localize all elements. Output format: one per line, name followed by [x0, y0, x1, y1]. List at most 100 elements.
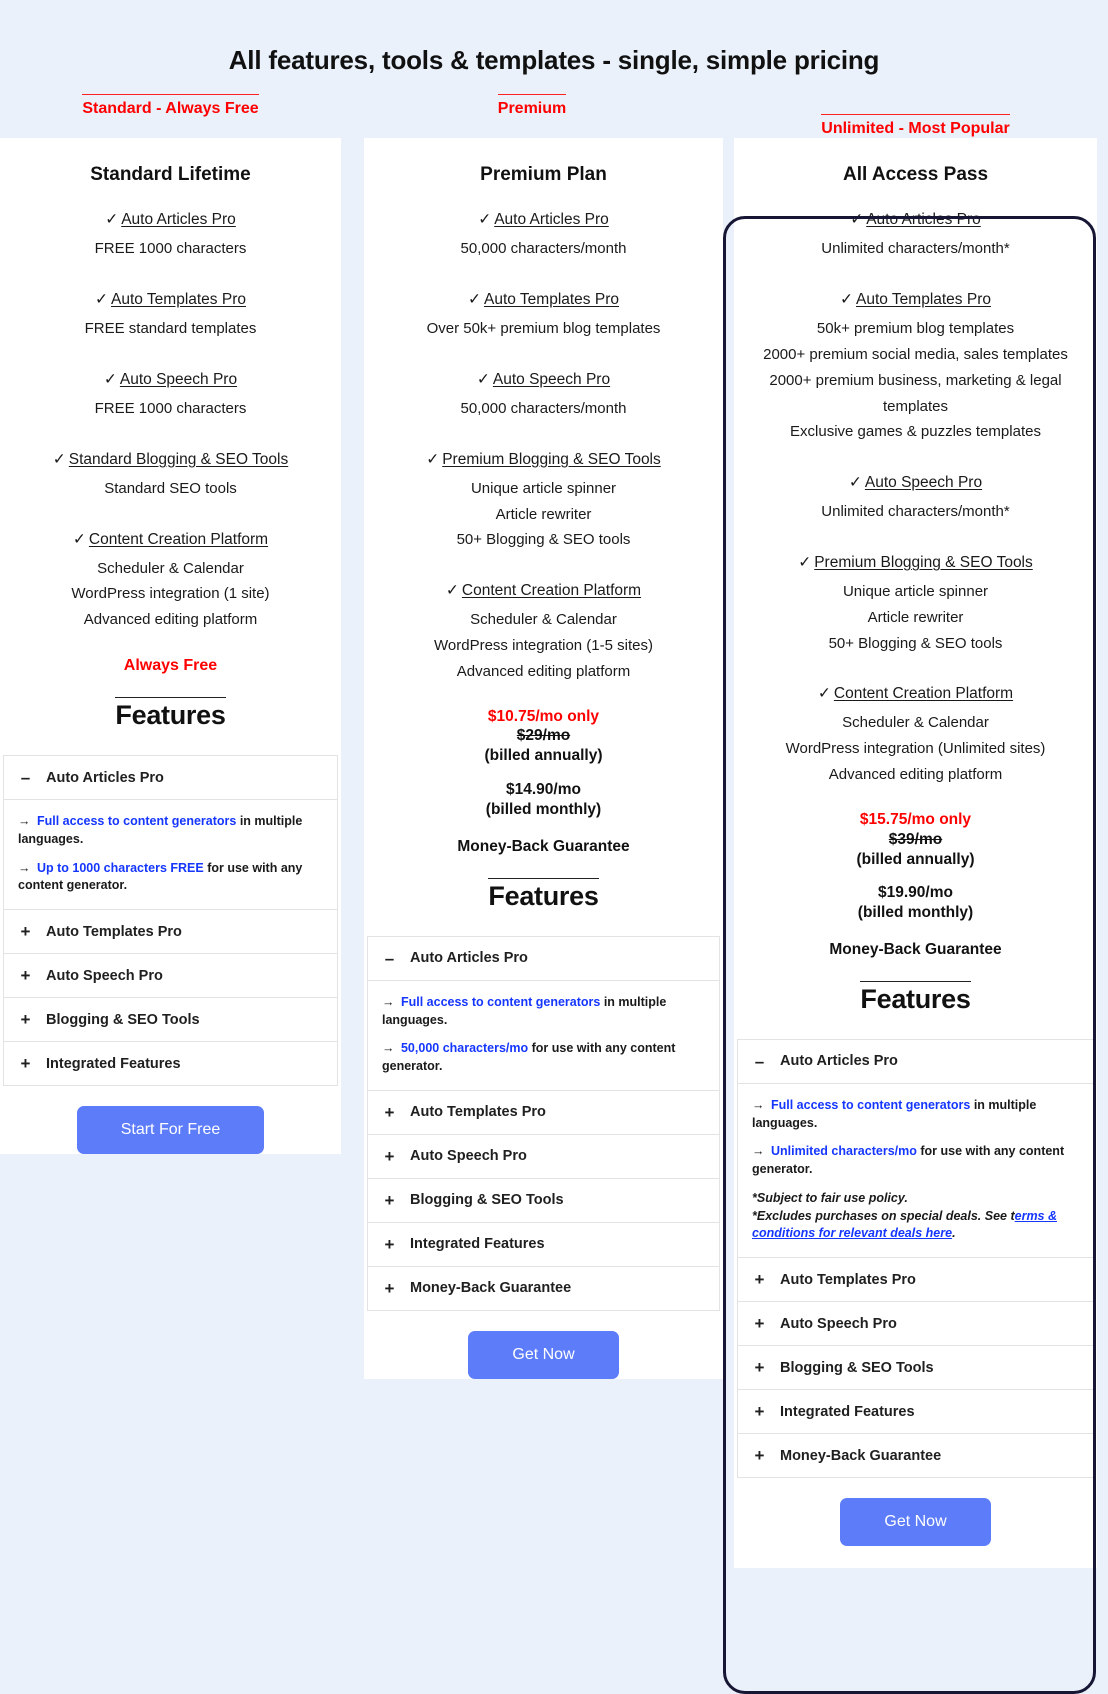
accordion-row[interactable]: + Auto Speech Pro [4, 954, 337, 999]
plan-name-unlimited: All Access Pass [842, 164, 989, 186]
feature-accordion-unlimited: – Auto Articles Pro → Full access to con… [737, 1038, 1094, 1479]
feature-line: 2000+ premium social media, sales templa… [763, 346, 1068, 364]
accordion-label: Integrated Features [780, 1403, 915, 1420]
check-icon: ✓ [840, 291, 853, 309]
accordion-row[interactable]: + Integrated Features [4, 1042, 337, 1087]
minus-icon: – [20, 768, 31, 788]
check-icon: ✓ [445, 582, 459, 600]
feature-link[interactable]: Auto Articles Pro [866, 211, 981, 228]
plan-card-premium: Premium Plan ✓ Auto Articles Pro 50,000 c… [364, 138, 723, 1379]
plan-badge-premium: Premium [497, 94, 567, 118]
feature-link[interactable]: Auto Speech Pro [865, 474, 982, 491]
start-for-free-button[interactable]: Start For Free [76, 1106, 265, 1155]
accordion-row[interactable]: – Auto Articles Pro [738, 1040, 1093, 1084]
feature-link[interactable]: Auto Articles Pro [494, 211, 609, 228]
feature-groups-standard: ✓ Auto Articles Pro FREE 1000 characters … [14, 208, 327, 633]
feature-link[interactable]: Standard Blogging & SEO Tools [69, 451, 288, 468]
accordion-detail-line: → Unlimited characters/mo for use with a… [752, 1143, 1079, 1179]
feature-link[interactable]: Content Creation Platform [89, 531, 268, 548]
accordion-label: Auto Templates Pro [780, 1271, 916, 1288]
accordion-row[interactable]: – Auto Articles Pro [4, 756, 337, 801]
accordion-detail-line: → Up to 1000 characters FREE for use wit… [18, 860, 323, 896]
check-icon: ✓ [468, 291, 481, 309]
feature-line: Unique article spinner [842, 583, 989, 601]
plan-badge-cell-premium: Premium [341, 94, 723, 138]
accordion-row[interactable]: + Auto Speech Pro [368, 1135, 719, 1179]
feature-link[interactable]: Auto Templates Pro [856, 291, 991, 308]
monthly-price: $14.90/mo [506, 781, 581, 799]
accordion-row[interactable]: + Money-Back Guarantee [738, 1434, 1093, 1479]
feature-link[interactable]: Auto Articles Pro [121, 211, 236, 228]
get-now-button-unlimited[interactable]: Get Now [840, 1498, 991, 1547]
feature-line: Scheduler & Calendar [97, 559, 244, 577]
feature-line: Article rewriter [867, 608, 964, 626]
original-price: $29/mo [516, 727, 571, 745]
accordion-detail-line: → Full access to content generators in m… [752, 1097, 1079, 1133]
feature-link[interactable]: Auto Templates Pro [484, 291, 619, 308]
accordion-row[interactable]: + Blogging & SEO Tools [738, 1346, 1093, 1391]
accordion-row[interactable]: + Auto Templates Pro [738, 1258, 1093, 1303]
accordion-label: Auto Templates Pro [46, 923, 182, 940]
feature-group: ✓ Auto Speech Pro 50,000 characters/month [378, 368, 709, 422]
accordion-label: Blogging & SEO Tools [780, 1359, 934, 1376]
feature-group: ✓ Content Creation Platform Scheduler & C… [378, 579, 709, 684]
feature-line: 50+ Blogging & SEO tools [456, 531, 631, 549]
accordion-label: Auto Articles Pro [46, 769, 164, 786]
feature-group-heading: ✓ Premium Blogging & SEO Tools [378, 448, 709, 472]
accordion-row[interactable]: + Integrated Features [738, 1390, 1093, 1435]
check-icon: ✓ [72, 530, 86, 548]
plan-badges-row: Standard - Always Free Premium Unlimited… [0, 94, 1108, 138]
feature-line: Over 50k+ premium blog templates [426, 320, 661, 338]
accordion-row[interactable]: – Auto Articles Pro [368, 937, 719, 981]
feature-link[interactable]: Auto Speech Pro [493, 371, 610, 388]
feature-group-heading: ✓ Auto Templates Pro [744, 288, 1087, 312]
plan-column-premium: Premium Plan ✓ Auto Articles Pro 50,000 c… [341, 138, 723, 1379]
accordion-row[interactable]: + Auto Speech Pro [738, 1302, 1093, 1347]
feature-group-heading: ✓ Content Creation Platform [378, 579, 709, 603]
plus-icon: + [20, 1010, 31, 1030]
feature-link[interactable]: Premium Blogging & SEO Tools [814, 554, 1033, 571]
feature-line: WordPress integration (1-5 sites) [434, 637, 653, 655]
feature-group-heading: ✓ Standard Blogging & SEO Tools [14, 448, 327, 472]
feature-group: ✓ Auto Templates Pro 50k+ premium blog te… [744, 288, 1087, 445]
check-icon: ✓ [798, 554, 812, 572]
arrow-icon: → [18, 814, 31, 829]
monthly-billing-note: (billed monthly) [857, 904, 974, 922]
feature-link[interactable]: Content Creation Platform [462, 582, 641, 599]
arrow-icon: → [752, 1097, 765, 1112]
feature-group: ✓ Content Creation Platform Scheduler & C… [744, 682, 1087, 787]
feature-link[interactable]: Content Creation Platform [834, 685, 1013, 702]
get-now-button-premium[interactable]: Get Now [468, 1330, 619, 1379]
detail-highlight: Up to 1000 characters FREE [36, 860, 204, 875]
detail-highlight: Full access to content generators [400, 994, 601, 1009]
feature-link[interactable]: Premium Blogging & SEO Tools [442, 451, 661, 468]
cta-wrap-standard: Start For Free [0, 1086, 341, 1155]
feature-link[interactable]: Auto Speech Pro [120, 371, 237, 388]
plan-column-unlimited: All Access Pass ✓ Auto Articles Pro Unlim… [723, 138, 1108, 1569]
accordion-row[interactable]: + Blogging & SEO Tools [368, 1179, 719, 1223]
feature-line: Unlimited characters/month* [821, 240, 1010, 258]
accordion-row[interactable]: + Auto Templates Pro [368, 1091, 719, 1135]
plan-name-premium: Premium Plan [480, 164, 607, 186]
plus-icon: + [384, 1190, 395, 1210]
accordion-row[interactable]: + Blogging & SEO Tools [4, 998, 337, 1043]
feature-link[interactable]: Auto Templates Pro [111, 291, 246, 308]
accordion-row[interactable]: + Money-Back Guarantee [368, 1267, 719, 1311]
pricing-columns: Standard Lifetime ✓ Auto Articles Pro FRE… [0, 138, 1108, 1694]
accordion-row[interactable]: + Auto Templates Pro [4, 910, 337, 955]
minus-icon: – [384, 948, 395, 968]
plus-icon: + [384, 1234, 395, 1254]
feature-line: Unlimited characters/month* [821, 503, 1010, 521]
feature-group-heading: ✓ Auto Speech Pro [14, 368, 327, 392]
money-back-guarantee-label: Money-Back Guarantee [829, 940, 1002, 958]
plus-icon: + [754, 1446, 765, 1466]
feature-group: ✓ Premium Blogging & SEO Tools Unique art… [378, 448, 709, 553]
promo-price: $15.75/mo only [859, 810, 972, 828]
accordion-label: Auto Templates Pro [410, 1104, 546, 1121]
feature-line: Standard SEO tools [104, 479, 237, 497]
page-title: All features, tools & templates - single… [228, 45, 880, 76]
plus-icon: + [384, 1146, 395, 1166]
accordion-row[interactable]: + Integrated Features [368, 1223, 719, 1267]
plus-icon: + [384, 1102, 395, 1122]
feature-line: 50+ Blogging & SEO tools [828, 634, 1003, 652]
